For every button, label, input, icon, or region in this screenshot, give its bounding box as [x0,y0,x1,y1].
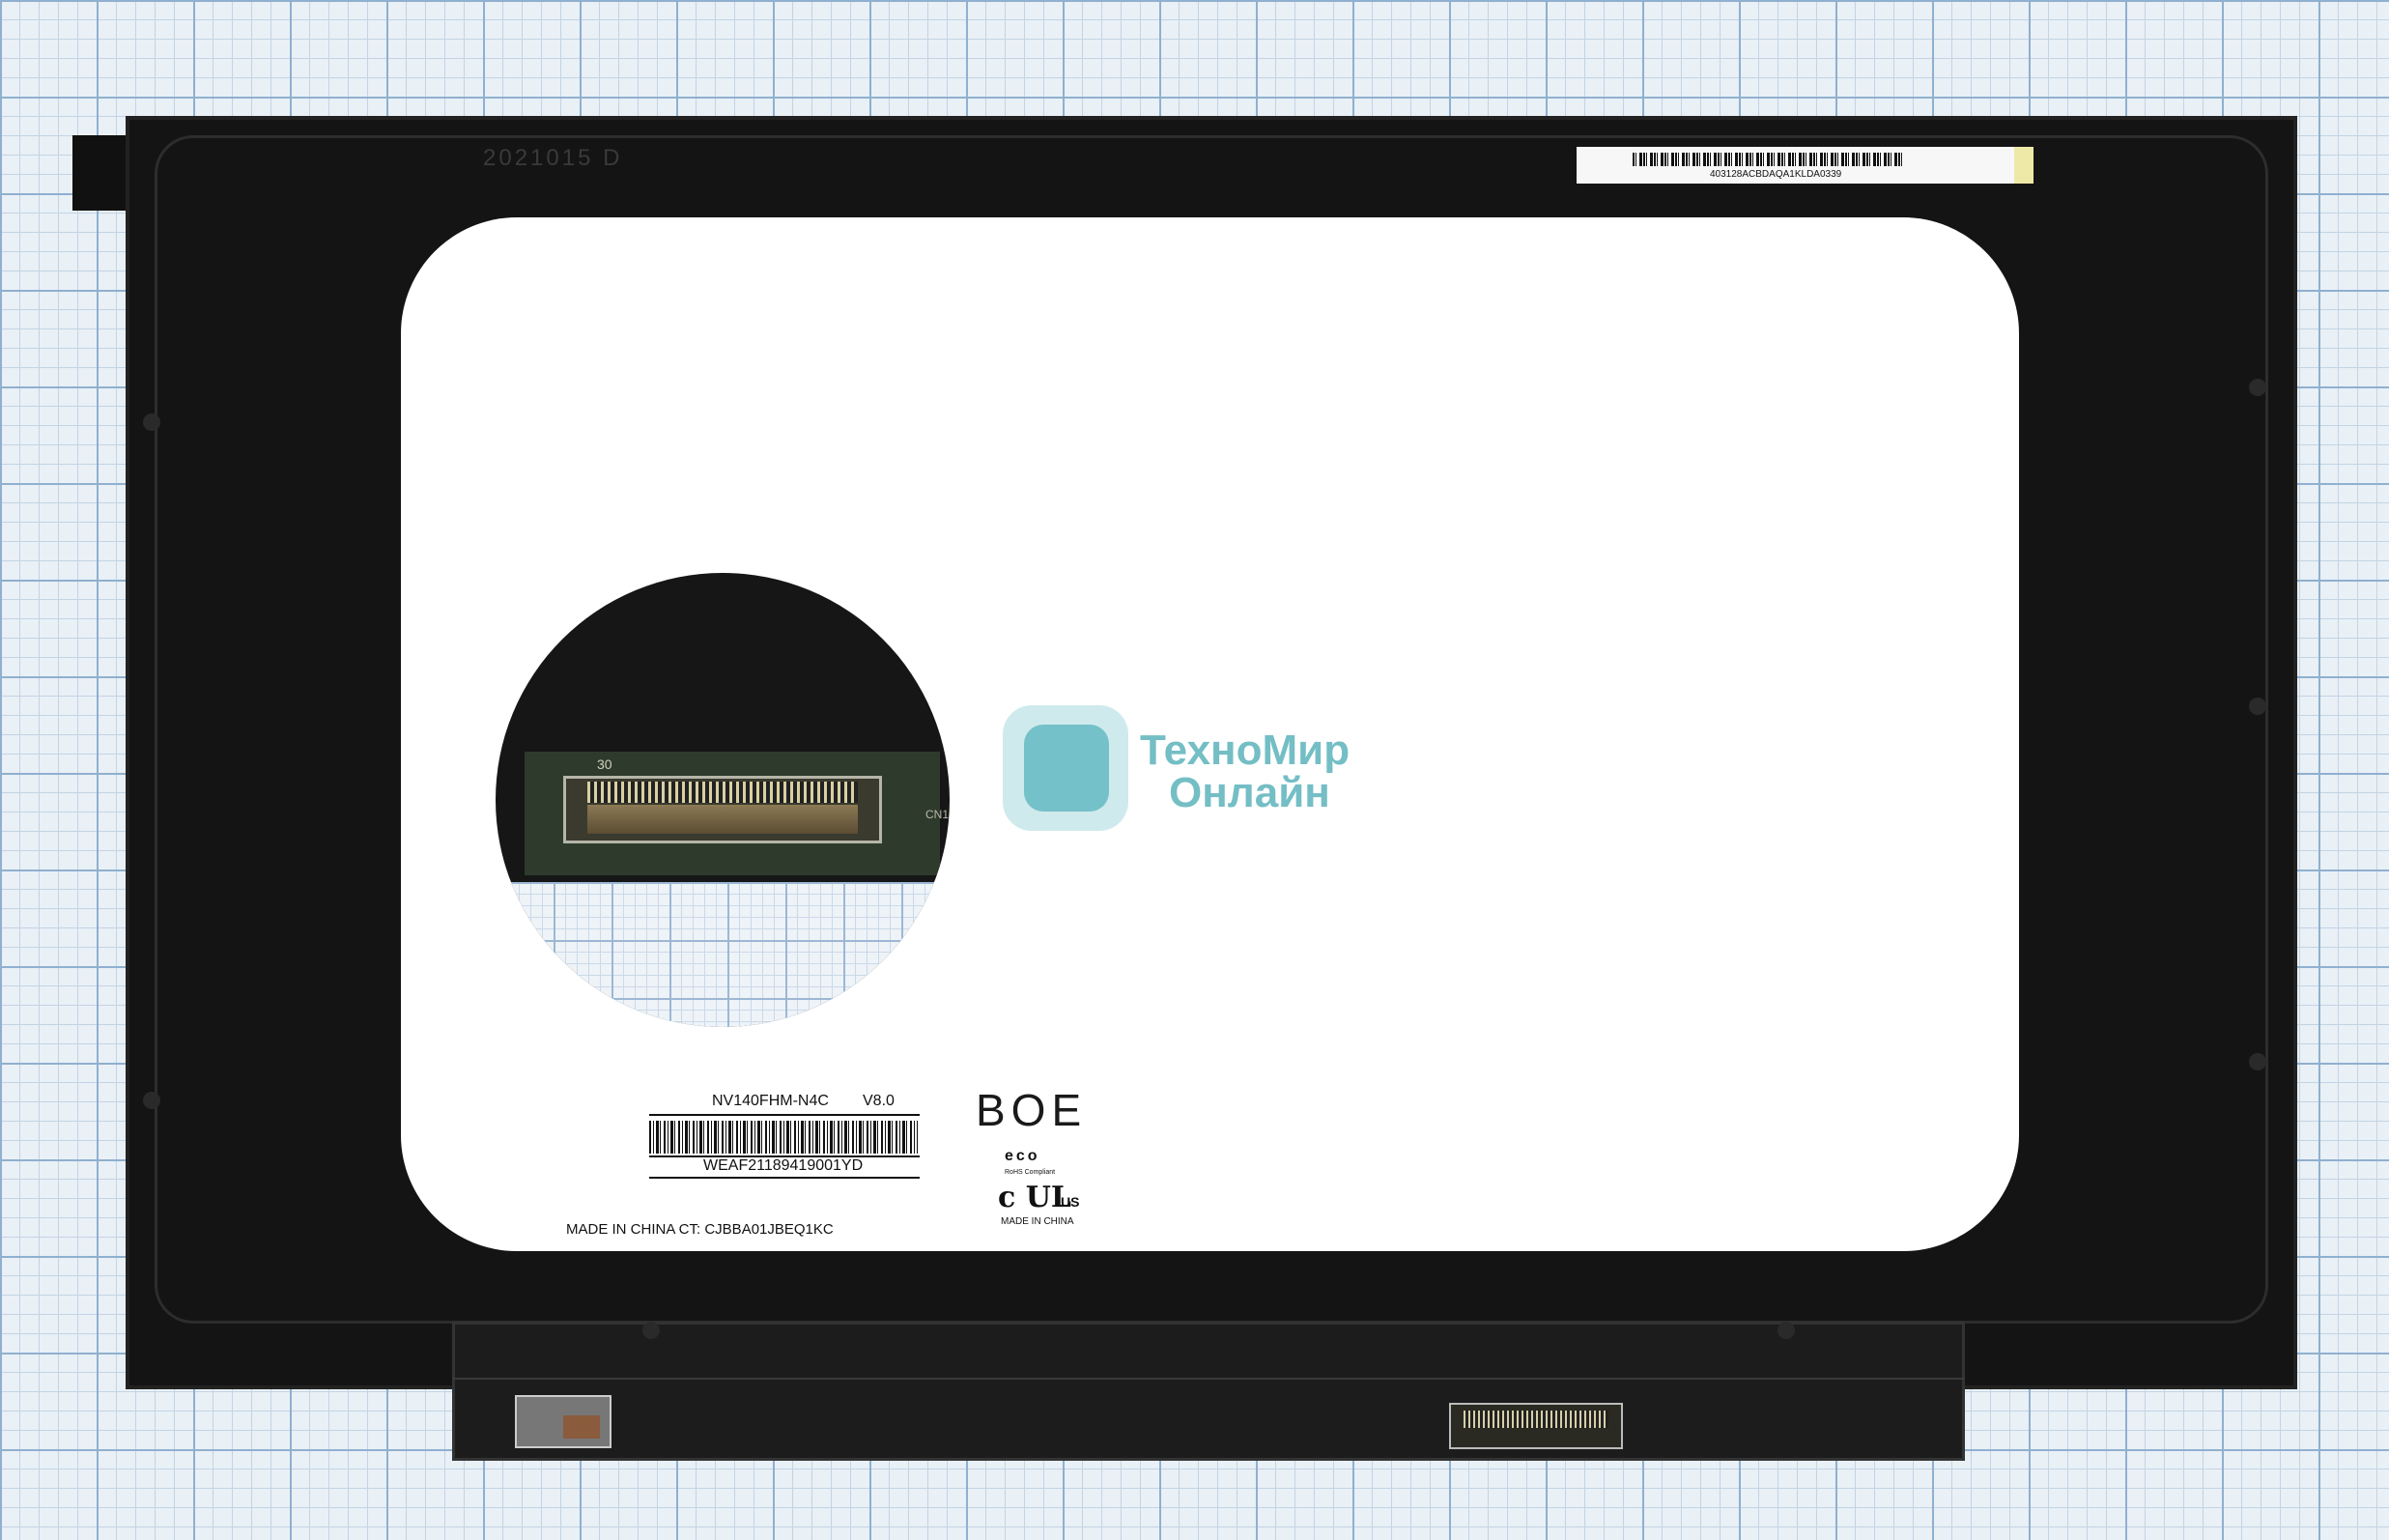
watermark-line2: Онлайн [1169,769,1330,816]
watermark-logo-inner [1024,725,1109,812]
screw-hole [143,1092,160,1109]
zoom-cn-label: CN1 [925,808,950,821]
label-rule [649,1114,920,1116]
watermark-line1: ТехноМир [1140,727,1351,774]
origin-line: MADE IN CHINA CT: CJBBA01JBEQ1KC [566,1221,834,1238]
screw-hole [1778,1322,1795,1339]
boe-logo: BOE [976,1085,1088,1135]
screw-hole [143,414,160,431]
model-version: V8.0 [863,1093,895,1109]
edp-connector-pins [1464,1411,1608,1428]
ul-us-text: US [1061,1194,1080,1210]
zoom-pin-count: 30 [597,756,612,772]
screw-hole [2249,698,2266,715]
model-number: NV140FHM-N4C [712,1093,829,1109]
zoom-grid-background [496,882,950,1027]
zoom-connector-latch [587,805,858,834]
serial-barcode [649,1121,918,1154]
pcb-strip-divider [452,1378,1965,1380]
sticker-barcode [1633,153,1903,166]
made-in-small: MADE IN CHINA [1001,1216,1074,1227]
label-rule [649,1177,920,1179]
screw-hole [642,1322,660,1339]
mounting-tab [72,135,132,211]
screw-hole [2249,1053,2266,1070]
sticker-tab [2014,147,2033,184]
rohs-text: RoHS Compliant [1005,1169,1056,1176]
serial-number: WEAF21189419001YD [703,1157,864,1174]
backlight-connector-core [563,1415,600,1439]
panel-pcb-strip [452,1322,1965,1461]
connector-zoom-inset: 30 CN1 [496,573,950,1027]
sticker-code: 403128ACBDAQA1KLDA0339 [1710,169,1842,180]
zoom-connector-pins [587,782,858,803]
top-date-print: 2021015 D [483,145,623,171]
eco-mark-icon: eco [1005,1148,1040,1164]
screw-hole [2249,379,2266,396]
